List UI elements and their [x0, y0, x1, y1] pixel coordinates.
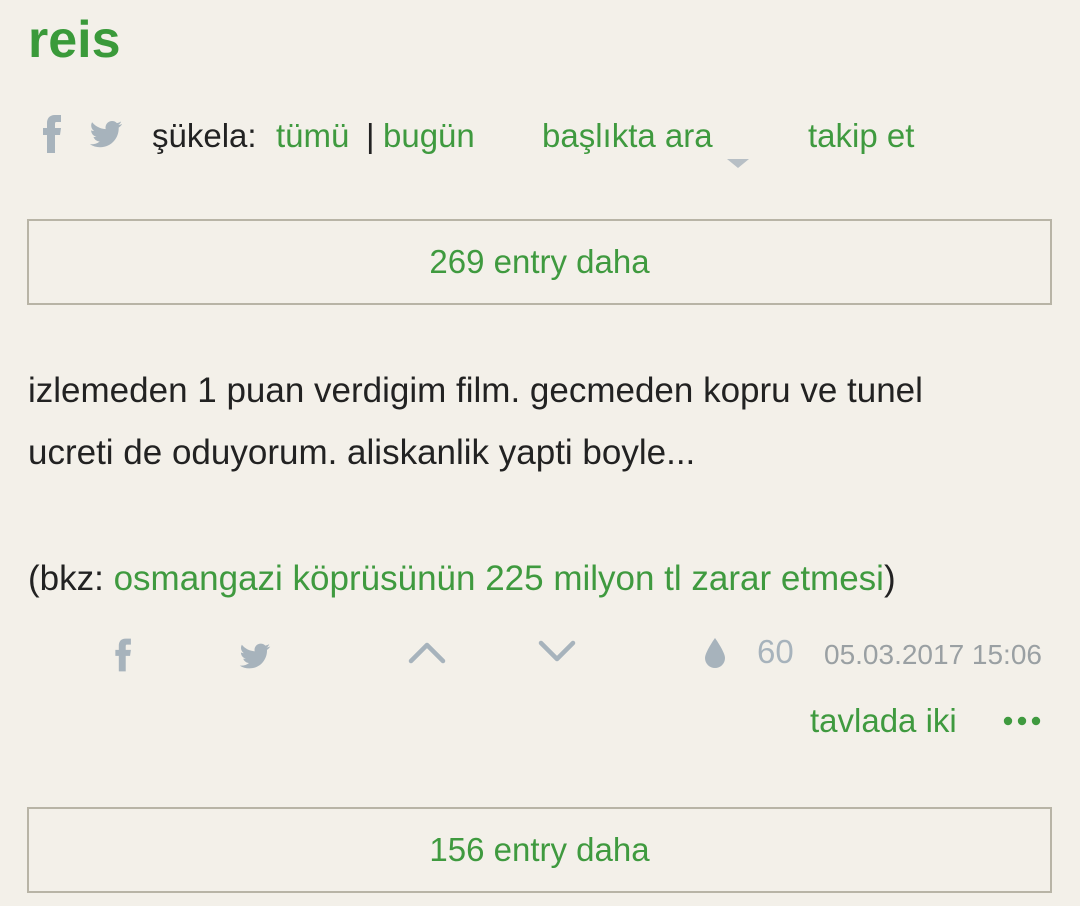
- load-more-after-label: 156 entry daha: [429, 831, 650, 868]
- load-more-before-label: 269 entry daha: [429, 243, 650, 280]
- entry-footer: 60 05.03.2017 15:06: [0, 630, 1080, 680]
- entry-date[interactable]: 05.03.2017 15:06: [824, 639, 1042, 671]
- search-in-topic-dropdown[interactable]: başlıkta ara: [542, 112, 713, 160]
- sukela-label: şükela:: [152, 117, 257, 154]
- drop-icon[interactable]: [703, 636, 727, 675]
- more-dots-icon[interactable]: [1003, 714, 1041, 732]
- caret-down-icon[interactable]: [727, 134, 749, 182]
- bkz-link[interactable]: osmangazi köprüsünün 225 milyon tl zarar…: [114, 559, 884, 598]
- entry-author-link[interactable]: tavlada iki: [810, 702, 957, 740]
- follow-topic-link[interactable]: takip et: [808, 112, 914, 160]
- facebook-icon[interactable]: [114, 636, 134, 679]
- load-more-before-button[interactable]: 269 entry daha: [27, 219, 1052, 305]
- topic-title[interactable]: reis: [28, 10, 121, 70]
- topic-toolbar: şükela: tümü | bugün başlıkta ara takip …: [0, 112, 1080, 168]
- filter-all-link[interactable]: tümü: [276, 112, 349, 160]
- load-more-after-button[interactable]: 156 entry daha: [27, 807, 1052, 893]
- bkz-prefix: (bkz:: [28, 559, 114, 598]
- downvote-icon[interactable]: [538, 638, 576, 671]
- upvote-icon[interactable]: [408, 638, 446, 671]
- favorite-count[interactable]: 60: [757, 633, 794, 671]
- entry-content: izlemeden 1 puan verdigim film. gecmeden…: [28, 360, 1058, 484]
- entry-text-line: izlemeden 1 puan verdigim film. gecmeden…: [28, 371, 923, 410]
- bkz-suffix: ): [883, 559, 896, 598]
- twitter-icon[interactable]: [238, 638, 272, 677]
- twitter-icon[interactable]: [88, 112, 124, 156]
- filter-today-link[interactable]: bugün: [383, 112, 475, 160]
- bkz-reference: (bkz: osmangazi köprüsünün 225 milyon tl…: [28, 548, 896, 610]
- entry-text-line: ucreti de oduyorum. aliskanlik yapti boy…: [28, 433, 696, 472]
- facebook-icon[interactable]: [42, 112, 64, 156]
- filter-separator: |: [366, 117, 375, 154]
